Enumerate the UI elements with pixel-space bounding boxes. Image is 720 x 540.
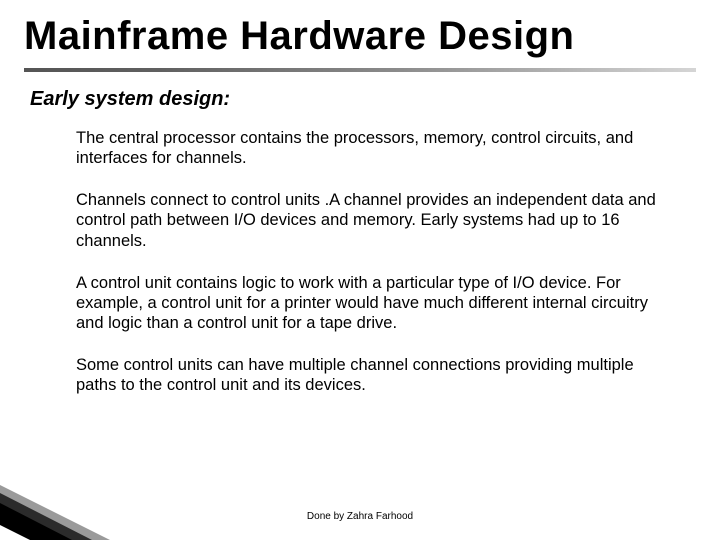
subheading: Early system design: bbox=[30, 88, 230, 111]
title-underline bbox=[24, 68, 696, 72]
paragraph: Channels connect to control units .A cha… bbox=[76, 190, 672, 250]
footer-credit: Done by Zahra Farhood bbox=[0, 511, 720, 522]
paragraph: Some control units can have multiple cha… bbox=[76, 355, 672, 395]
paragraph: The central processor contains the proce… bbox=[76, 128, 672, 168]
body-text: The central processor contains the proce… bbox=[76, 128, 672, 417]
paragraph: A control unit contains logic to work wi… bbox=[76, 273, 672, 333]
slide-title: Mainframe Hardware Design bbox=[24, 14, 574, 59]
slide: Mainframe Hardware Design Early system d… bbox=[0, 0, 720, 540]
